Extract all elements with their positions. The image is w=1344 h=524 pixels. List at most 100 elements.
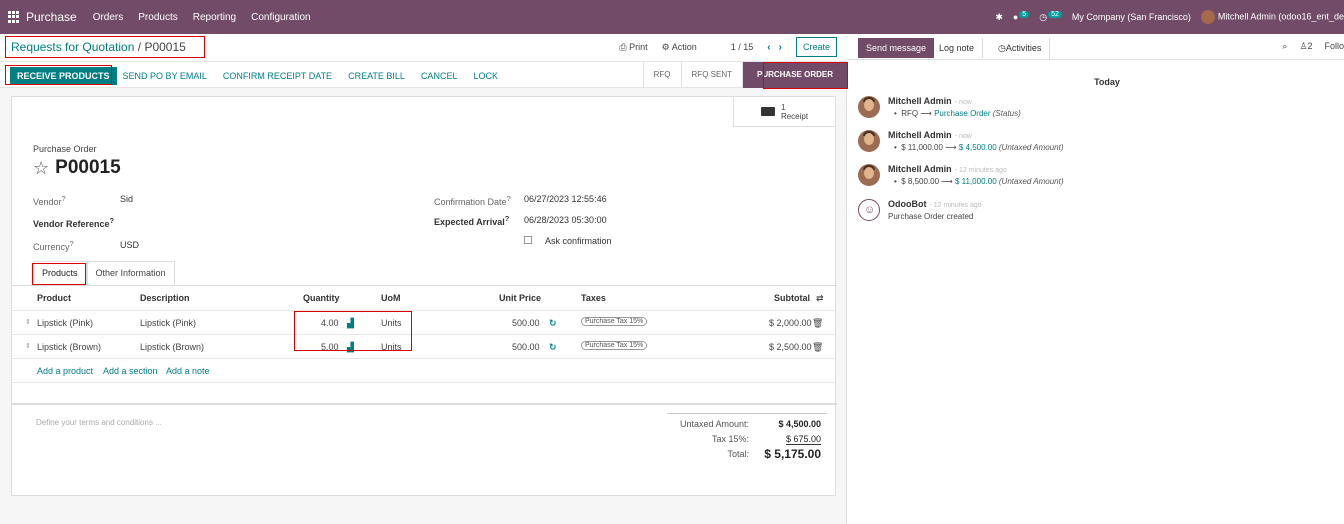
top-navbar: Purchase Orders Products Reporting Confi… [0,0,1344,34]
print-icon: ⎙ [619,41,627,52]
tab-other-information[interactable]: Other Information [86,261,175,285]
line-description[interactable]: Lipstick (Pink) [140,318,196,328]
help-icon[interactable]: ? [505,214,510,223]
help-icon[interactable]: ? [110,216,115,225]
currency-label: Currency? [33,239,74,252]
menu-configuration[interactable]: Configuration [251,12,310,23]
line-product[interactable]: Lipstick (Brown) [37,342,101,352]
avatar[interactable] [858,130,880,152]
column-product[interactable]: Product [37,293,71,303]
activities-icon[interactable]: ◷ 52 [1039,10,1062,23]
activities-button[interactable]: ◷Activities [990,38,1051,59]
refresh-price-icon[interactable]: ↻ [549,342,557,353]
followers-button[interactable]: ♙2 [1299,41,1312,52]
drag-handle-icon[interactable]: ⇕ [25,342,31,350]
star-icon[interactable]: ☆ [33,158,49,179]
pager-next-icon[interactable]: › [779,42,782,53]
log-note-button[interactable]: Log note [931,38,984,58]
line-tax-tag[interactable]: Purchase Tax 15% [581,341,648,350]
stage-rfq[interactable]: RFQ [642,62,681,88]
messages-icon[interactable]: ● 5 [1013,11,1030,22]
gear-icon: ⚙ [661,41,670,52]
column-unit-price[interactable]: Unit Price [499,293,541,303]
line-product[interactable]: Lipstick (Pink) [37,318,93,328]
chatter-message: Mitchell Admin - now • $ 11,000.00 ⟶ $ 4,… [858,130,1338,162]
print-button[interactable]: ⎙ Print [619,42,647,53]
message-time: - 12 minutes ago [954,167,1007,174]
line-unit-price[interactable]: 500.00 [512,318,540,328]
avatar[interactable] [858,164,880,186]
help-icon[interactable]: ? [62,194,66,203]
odoobot-avatar[interactable]: ☺ [858,199,880,221]
order-name: P00015 [55,157,121,178]
table-row[interactable]: ⇕ Lipstick (Pink) Lipstick (Pink) 4.00 ▟… [12,311,837,335]
ask-confirmation-checkbox[interactable] [524,236,532,244]
line-description[interactable]: Lipstick (Brown) [140,342,204,352]
line-unit-price[interactable]: 500.00 [512,342,540,352]
app-name[interactable]: Purchase [26,10,77,24]
send-message-button[interactable]: Send message [858,38,935,58]
trash-icon[interactable]: 🗑 [812,318,823,329]
confirmation-date-label-text: Confirmation Date [434,197,507,207]
expected-arrival-label-text: Expected Arrival [434,217,505,227]
table-row[interactable]: ⇕ Lipstick (Brown) Lipstick (Brown) 5.00… [12,335,837,359]
tracking-value: • RFQ ⟶ Purchase Order (Status) [894,109,1021,118]
menu-reporting[interactable]: Reporting [193,12,236,23]
author-name[interactable]: Mitchell Admin [888,130,952,140]
column-taxes[interactable]: Taxes [581,293,606,303]
vendor-reference-field[interactable] [120,214,270,226]
add-section-link[interactable]: Add a section [103,366,158,376]
pager-value[interactable]: 1 / 15 [731,42,754,52]
stage-rfq-sent[interactable]: RFQ SENT [680,62,742,88]
cancel-button[interactable]: CANCEL [421,71,458,81]
confirm-receipt-date-button[interactable]: CONFIRM RECEIPT DATE [223,71,332,81]
optional-columns-icon[interactable]: ⇄ [816,293,824,304]
create-bill-button[interactable]: CREATE BILL [348,71,405,81]
company-switcher[interactable]: My Company (San Francisco) [1072,12,1191,22]
action-button[interactable]: ⚙ Action [662,42,697,53]
currency-field[interactable]: USD [120,240,139,250]
create-button[interactable]: Create [795,37,837,57]
chatter-message: Mitchell Admin - now • RFQ ⟶ Purchase Ord… [858,96,1338,128]
author-name[interactable]: OdooBot [888,199,927,209]
tax-value: $ 675.00 [785,434,821,445]
new-value: Purchase Order [934,109,991,118]
author-name[interactable]: Mitchell Admin [888,164,952,174]
column-quantity[interactable]: Quantity [303,293,340,303]
message-body: Purchase Order created [888,212,974,221]
add-product-link[interactable]: Add a product [37,366,93,376]
trash-icon[interactable]: 🗑 [812,342,823,353]
send-po-by-email-button[interactable]: SEND PO BY EMAIL [123,71,207,81]
user-menu[interactable]: Mitchell Admin (odoo16_ent_de [1200,10,1344,24]
help-icon[interactable]: ? [507,194,511,203]
message-author: Mitchell Admin - 12 minutes ago [888,164,1007,174]
vendor-label-text: Vendor [33,197,62,207]
bug-icon[interactable]: ✱ [995,12,1003,23]
column-description[interactable]: Description [140,293,190,303]
drag-handle-icon[interactable]: ⇕ [25,318,31,326]
pager-previous-icon[interactable]: ‹ [767,42,770,53]
column-uom[interactable]: UoM [381,293,401,303]
help-icon[interactable]: ? [70,239,74,248]
menu-products[interactable]: Products [138,12,177,23]
avatar[interactable] [858,96,880,118]
message-time: - now [954,99,972,106]
terms-and-conditions-field[interactable]: Define your terms and conditions ... [36,418,162,427]
highlight-quantity-uom [294,311,412,351]
receipt-smart-button[interactable]: 1 Receipt [733,97,835,127]
paperclip-icon[interactable]: ⌕ [1282,41,1287,52]
lock-button[interactable]: LOCK [473,71,498,81]
line-tax-tag[interactable]: Purchase Tax 15% [581,317,648,326]
expected-arrival-field[interactable]: 06/28/2023 05:30:00 [524,215,607,225]
control-panel-actions: ⎙ Print ⚙ Action 1 / 15 ‹ › Create [619,37,837,57]
refresh-price-icon[interactable]: ↻ [549,318,557,329]
app-menu-icon[interactable] [8,11,20,23]
author-name[interactable]: Mitchell Admin [888,96,952,106]
follow-button[interactable]: Follo [1324,41,1344,52]
add-note-link[interactable]: Add a note [166,366,210,376]
confirmation-date-field[interactable]: 06/27/2023 12:55:46 [524,194,607,204]
menu-orders[interactable]: Orders [93,12,124,23]
receipt-label: Receipt [780,111,809,121]
column-subtotal[interactable]: Subtotal [774,293,810,303]
vendor-field[interactable]: Sid [120,194,133,204]
